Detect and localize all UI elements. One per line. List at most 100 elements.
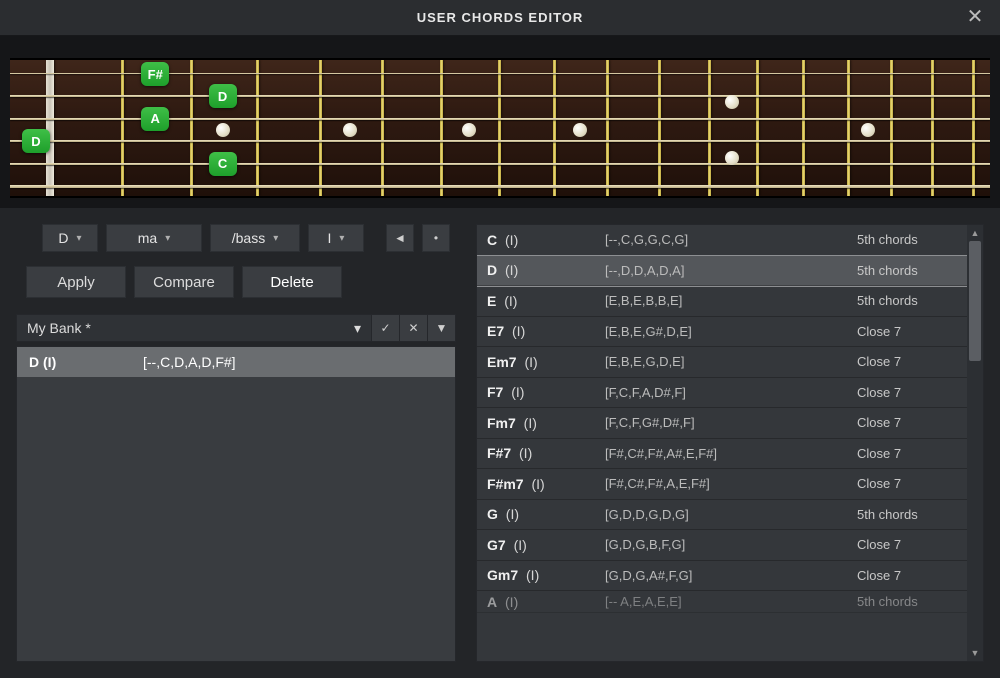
fret xyxy=(440,60,443,196)
mute-icon[interactable]: ◄ xyxy=(386,224,414,252)
apply-button[interactable]: Apply xyxy=(26,266,126,298)
chevron-down-icon: ▾ xyxy=(273,233,278,244)
fret xyxy=(553,60,556,196)
chord-notes: [F#,C#,F#,A,E,F#] xyxy=(605,476,849,491)
scroll-thumb[interactable] xyxy=(969,241,981,361)
table-row[interactable]: Gm7 (I)[G,D,G,A#,F,G]Close 7 xyxy=(477,561,967,592)
fret xyxy=(847,60,850,196)
fret xyxy=(658,60,661,196)
chord-category: 5th chords xyxy=(857,263,957,278)
bank-row: My Bank * ▾ ✓ ✕ ▼ xyxy=(16,314,456,342)
quality-value: ma xyxy=(138,230,157,246)
chord-name: A (I) xyxy=(487,594,597,610)
list-item[interactable]: D (I)[--,C,D,A,D,F#] xyxy=(17,347,455,377)
user-chord-name: D (I) xyxy=(29,354,129,370)
chord-name: E (I) xyxy=(487,293,597,309)
table-row[interactable]: F7 (I)[F,C,F,A,D#,F]Close 7 xyxy=(477,378,967,409)
fret-inlay xyxy=(462,123,476,137)
scroll-down-icon[interactable]: ▼ xyxy=(967,645,983,661)
chord-name: E7 (I) xyxy=(487,323,597,339)
fret-note[interactable]: C xyxy=(209,152,237,176)
fret-inlay xyxy=(861,123,875,137)
chord-category: 5th chords xyxy=(857,594,957,609)
chord-notes: [F#,C#,F#,A#,E,F#] xyxy=(605,446,849,461)
fret xyxy=(606,60,609,196)
fret xyxy=(498,60,501,196)
fret xyxy=(802,60,805,196)
fret-inlay xyxy=(343,123,357,137)
chord-notes: [G,D,G,A#,F,G] xyxy=(605,568,849,583)
chord-name: F#7 (I) xyxy=(487,445,597,461)
chord-notes: [G,D,D,G,D,G] xyxy=(605,507,849,522)
chord-name: D (I) xyxy=(487,262,597,278)
chord-name: F7 (I) xyxy=(487,384,597,400)
chord-notes: [E,B,E,G,D,E] xyxy=(605,354,849,369)
window-title: USER CHORDS EDITOR xyxy=(417,10,584,25)
scroll-up-icon[interactable]: ▲ xyxy=(967,225,983,241)
bass-select[interactable]: /bass ▾ xyxy=(210,224,300,252)
chord-library: C (I)[--,C,G,G,C,G]5th chordsD (I)[--,D,… xyxy=(476,224,984,662)
fret xyxy=(121,60,124,196)
fret xyxy=(708,60,711,196)
bank-menu-icon[interactable]: ▼ xyxy=(428,314,456,342)
fretboard[interactable]: D F# A D C xyxy=(10,58,990,198)
fret xyxy=(381,60,384,196)
chevron-down-icon: ▾ xyxy=(339,233,344,244)
chord-name: Gm7 (I) xyxy=(487,567,597,583)
fret-inlay xyxy=(216,123,230,137)
position-select[interactable]: I ▾ xyxy=(308,224,364,252)
fret-inlay xyxy=(725,95,739,109)
close-icon[interactable]: ✕ xyxy=(964,6,986,28)
chord-name: G7 (I) xyxy=(487,537,597,553)
fret-note[interactable]: D xyxy=(22,129,50,153)
nut xyxy=(46,60,54,196)
table-row[interactable]: Fm7 (I) [F,C,F,G#,D#,F] Close 7 xyxy=(477,408,967,439)
chord-name: Fm7 (I) xyxy=(487,415,597,431)
chord-notes: [E,B,E,B,B,E] xyxy=(605,293,849,308)
fret xyxy=(319,60,322,196)
chord-category: Close 7 xyxy=(857,354,957,369)
compare-button[interactable]: Compare xyxy=(134,266,234,298)
fret-note[interactable]: D xyxy=(209,84,237,108)
table-row[interactable]: C (I)[--,C,G,G,C,G]5th chords xyxy=(477,225,967,256)
chord-category: 5th chords xyxy=(857,507,957,522)
user-chord-list[interactable]: D (I)[--,C,D,A,D,F#] xyxy=(16,346,456,662)
chord-notes: [F,C,F,A,D#,F] xyxy=(605,385,849,400)
play-icon[interactable]: • xyxy=(422,224,450,252)
title-bar: USER CHORDS EDITOR ✕ xyxy=(0,0,1000,36)
bank-cancel-icon[interactable]: ✕ xyxy=(400,314,428,342)
fretboard-area: D F# A D C xyxy=(0,36,1000,208)
table-row[interactable]: F#m7 (I)[F#,C#,F#,A,E,F#]Close 7 xyxy=(477,469,967,500)
fret-note[interactable]: A xyxy=(141,107,169,131)
fret-note[interactable]: F# xyxy=(141,62,169,86)
chord-library-rows[interactable]: C (I)[--,C,G,G,C,G]5th chordsD (I)[--,D,… xyxy=(477,225,967,661)
root-select[interactable]: D ▾ xyxy=(42,224,98,252)
fret xyxy=(756,60,759,196)
scroll-track[interactable] xyxy=(967,241,983,645)
quality-select[interactable]: ma ▾ xyxy=(106,224,202,252)
chevron-down-icon: ▾ xyxy=(77,233,82,244)
table-row[interactable]: E7 (I)[E,B,E,G#,D,E]Close 7 xyxy=(477,317,967,348)
scrollbar[interactable]: ▲ ▼ xyxy=(967,225,983,661)
string xyxy=(10,95,990,97)
root-value: D xyxy=(58,230,68,246)
delete-button[interactable]: Delete xyxy=(242,266,342,298)
chord-notes: [F,C,F,G#,D#,F] xyxy=(605,415,849,430)
table-row[interactable]: D (I)[--,D,D,A,D,A]5th chords xyxy=(477,256,967,287)
table-row[interactable]: G7 (I)[G,D,G,B,F,G]Close 7 xyxy=(477,530,967,561)
chord-selector-row: D ▾ ma ▾ /bass ▾ I ▾ ◄ • xyxy=(16,224,456,252)
table-row[interactable]: Em7 (I)[E,B,E,G,D,E]Close 7 xyxy=(477,347,967,378)
chevron-down-icon: ▾ xyxy=(165,233,170,244)
table-row[interactable]: G (I) [G,D,D,G,D,G] 5th chords xyxy=(477,500,967,531)
chord-name: G (I) xyxy=(487,506,597,522)
table-row[interactable]: E (I)[E,B,E,B,B,E]5th chords xyxy=(477,286,967,317)
table-row[interactable]: F#7 (I) [F#,C#,F#,A#,E,F#] Close 7 xyxy=(477,439,967,470)
chord-category: Close 7 xyxy=(857,446,957,461)
chord-category: Close 7 xyxy=(857,415,957,430)
fret xyxy=(931,60,934,196)
table-row[interactable]: A (I)[-- A,E,A,E,E]5th chords xyxy=(477,591,967,613)
bank-confirm-icon[interactable]: ✓ xyxy=(372,314,400,342)
fret xyxy=(972,60,975,196)
fret xyxy=(890,60,893,196)
bank-name-input[interactable]: My Bank * ▾ xyxy=(16,314,372,342)
